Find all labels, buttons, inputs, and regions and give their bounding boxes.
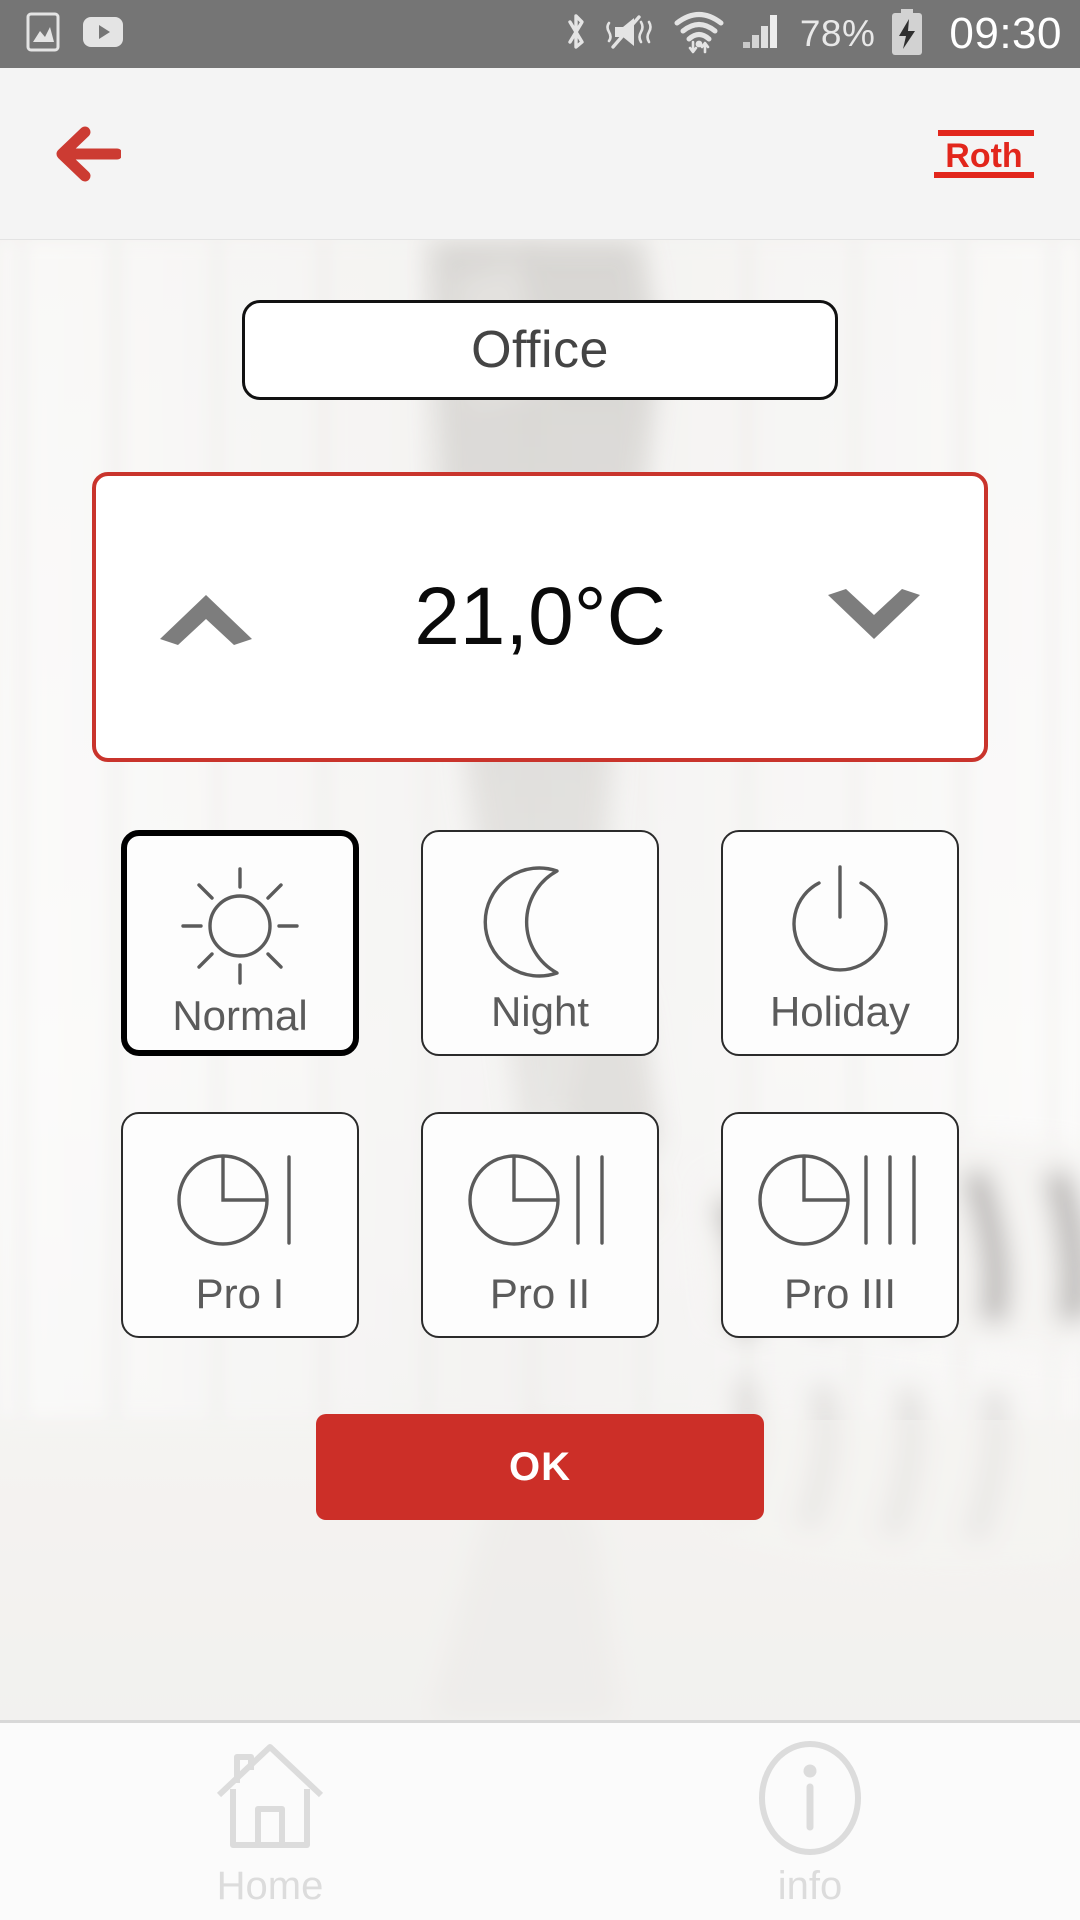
temperature-decrease-button[interactable] — [822, 583, 926, 651]
chevron-down-icon — [827, 589, 920, 639]
home-icon — [211, 1739, 329, 1862]
signal-icon — [739, 11, 785, 58]
status-bar-left-icons — [26, 12, 124, 57]
back-button[interactable] — [45, 116, 131, 192]
room-name-label: Office — [471, 321, 609, 379]
power-icon — [779, 858, 901, 986]
main-content: Office 21,0°C Normal Night Holiday Pro I… — [0, 240, 1080, 1720]
app-bar: Roth — [0, 68, 1080, 240]
mode-label-pro-1: Pro I — [195, 1270, 285, 1317]
bluetooth-icon — [562, 11, 590, 58]
temperature-increase-button[interactable] — [154, 583, 258, 651]
wifi-icon — [674, 10, 724, 59]
battery-charging-icon — [890, 8, 924, 60]
status-bar-right-icons: 78% 09:30 — [562, 8, 1062, 60]
info-icon — [751, 1739, 869, 1862]
room-name-field[interactable]: Office — [242, 300, 838, 400]
status-bar-clock: 09:30 — [949, 9, 1062, 58]
pie-3bar-icon — [754, 1140, 926, 1268]
mode-button-night[interactable]: Night — [421, 830, 659, 1056]
moon-icon — [479, 858, 601, 986]
mode-label-night: Night — [490, 988, 590, 1035]
bottom-navigation: Home info — [0, 1720, 1080, 1920]
ok-button[interactable]: OK — [316, 1414, 764, 1520]
mode-label-pro-2: Pro II — [489, 1270, 591, 1317]
nav-item-home[interactable]: Home — [0, 1723, 540, 1920]
nav-label-info: info — [777, 1864, 843, 1908]
mode-button-holiday[interactable]: Holiday — [721, 830, 959, 1056]
svg-text:Roth: Roth — [945, 137, 1022, 175]
mode-label-pro-3: Pro III — [783, 1270, 897, 1317]
roth-logo: Roth — [932, 128, 1040, 180]
mode-button-pro-2[interactable]: Pro II — [421, 1112, 659, 1338]
mode-button-pro-3[interactable]: Pro III — [721, 1112, 959, 1338]
chevron-up-icon — [160, 595, 252, 645]
mode-label-normal: Normal — [172, 992, 308, 1039]
pie-1bar-icon — [173, 1140, 307, 1268]
back-arrow-icon — [56, 126, 123, 181]
controls-layer: Office 21,0°C Normal Night Holiday Pro I… — [0, 240, 1080, 1720]
battery-percent-label: 78% — [799, 13, 876, 54]
silent-vibrate-icon — [605, 11, 659, 58]
nav-label-home: Home — [216, 1864, 324, 1908]
mode-button-pro-1[interactable]: Pro I — [121, 1112, 359, 1338]
temperature-card: 21,0°C — [92, 472, 988, 762]
status-bar: 78% 09:30 — [0, 0, 1080, 68]
image-icon — [26, 12, 60, 57]
nav-item-info[interactable]: info — [540, 1723, 1080, 1920]
sun-icon — [179, 862, 301, 990]
app-root: 78% 09:30 Roth Office 21,0°C Normal Nigh… — [0, 0, 1080, 1920]
mode-button-normal[interactable]: Normal — [121, 830, 359, 1056]
youtube-icon — [82, 16, 124, 53]
mode-grid: Normal Night Holiday Pro I Pro II Pro II… — [90, 830, 990, 1338]
mode-label-holiday: Holiday — [769, 988, 911, 1035]
pie-2bar-icon — [464, 1140, 616, 1268]
temperature-value: 21,0°C — [414, 571, 666, 662]
